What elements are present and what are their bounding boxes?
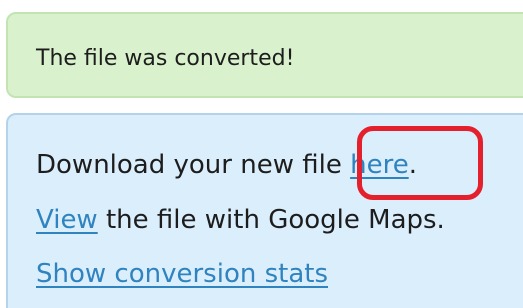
show-conversion-stats-link[interactable]: Show conversion stats bbox=[36, 259, 328, 289]
download-info-panel: Download your new file here. View the fi… bbox=[6, 113, 523, 308]
success-message: The file was converted! bbox=[36, 46, 295, 71]
download-here-link[interactable]: here bbox=[350, 150, 409, 180]
download-line: Download your new file here. bbox=[36, 149, 417, 181]
view-line: View the file with Google Maps. bbox=[36, 204, 445, 236]
stats-line: Show conversion stats bbox=[36, 258, 328, 290]
success-alert: The file was converted! bbox=[6, 12, 523, 98]
download-prefix-text: Download your new file bbox=[36, 150, 351, 180]
download-suffix-text: . bbox=[408, 150, 417, 180]
view-link[interactable]: View bbox=[36, 205, 98, 235]
view-suffix-text: the file with Google Maps. bbox=[97, 205, 445, 235]
